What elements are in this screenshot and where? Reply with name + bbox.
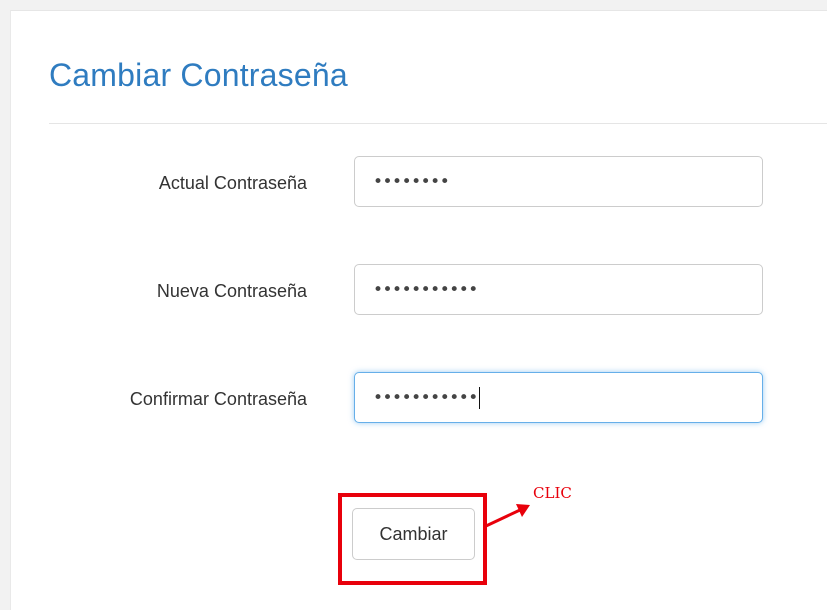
page-title: Cambiar Contraseña xyxy=(49,57,348,93)
confirm-password-value: ••••••••••• xyxy=(373,387,478,408)
current-password-input[interactable]: •••••••• xyxy=(354,156,763,207)
text-caret xyxy=(478,386,480,409)
confirm-password-label: Confirmar Contraseña xyxy=(129,389,307,409)
current-password-value: •••••••• xyxy=(373,171,450,192)
new-password-input[interactable]: ••••••••••• xyxy=(354,264,763,315)
confirm-password-value-wrap: ••••••••••• xyxy=(373,386,480,409)
new-password-label: Nueva Contraseña xyxy=(156,281,307,301)
new-password-value: ••••••••••• xyxy=(373,279,478,300)
title-divider xyxy=(49,123,827,124)
annotation-arrow-icon xyxy=(485,504,530,528)
current-password-label: Actual Contraseña xyxy=(158,173,307,193)
confirm-password-input[interactable]: ••••••••••• xyxy=(354,372,763,423)
cambiar-button[interactable]: Cambiar xyxy=(352,508,475,560)
